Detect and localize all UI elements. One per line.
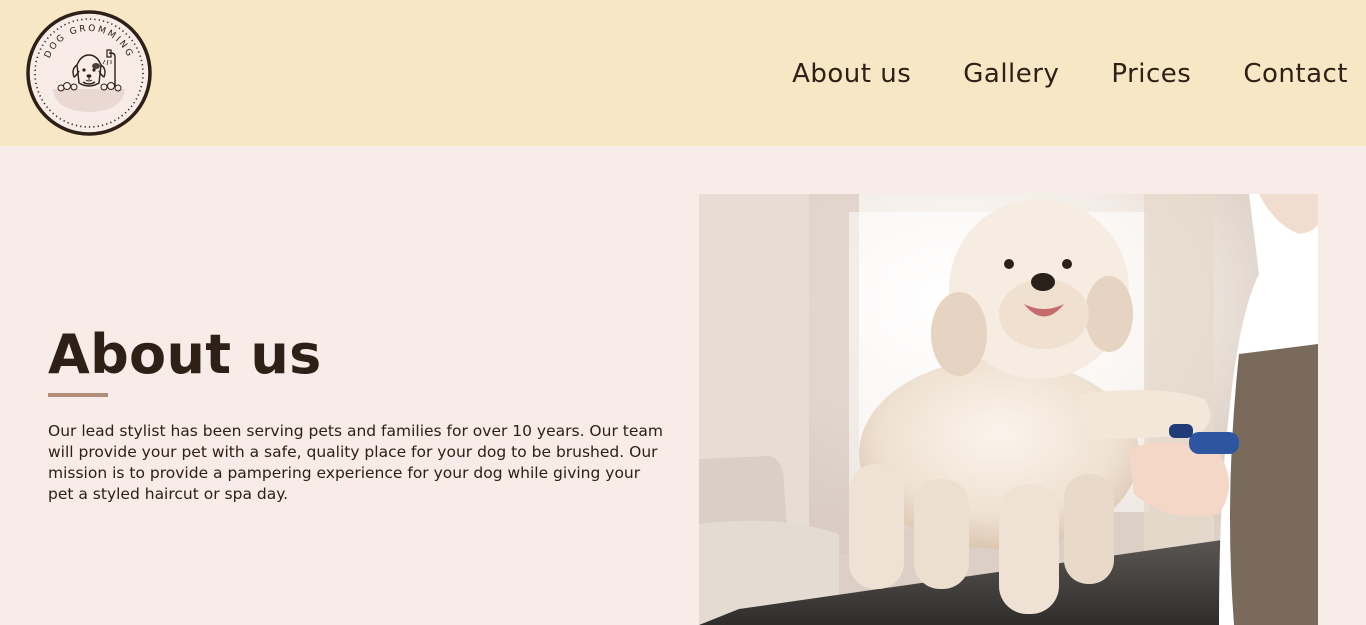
dog-grooming-photo: [699, 194, 1318, 625]
nav-gallery[interactable]: Gallery: [963, 56, 1059, 92]
nav-contact[interactable]: Contact: [1243, 56, 1348, 92]
page-title: About us: [48, 323, 322, 386]
title-underline: [48, 393, 108, 397]
nav-prices[interactable]: Prices: [1111, 56, 1191, 92]
nav-about-us[interactable]: About us: [792, 56, 911, 92]
logo[interactable]: DOG GROMMING: [25, 9, 153, 137]
main-nav: About us Gallery Prices Contact: [792, 56, 1348, 92]
site-header: DOG GROMMING About us Gallery Prices Con…: [0, 0, 1366, 146]
about-section: About us Our lead stylist has been servi…: [0, 146, 1366, 625]
about-description: Our lead stylist has been serving pets a…: [48, 422, 663, 503]
dog-grooming-image: [699, 194, 1318, 625]
dog-logo-icon: DOG GROMMING: [26, 10, 152, 136]
